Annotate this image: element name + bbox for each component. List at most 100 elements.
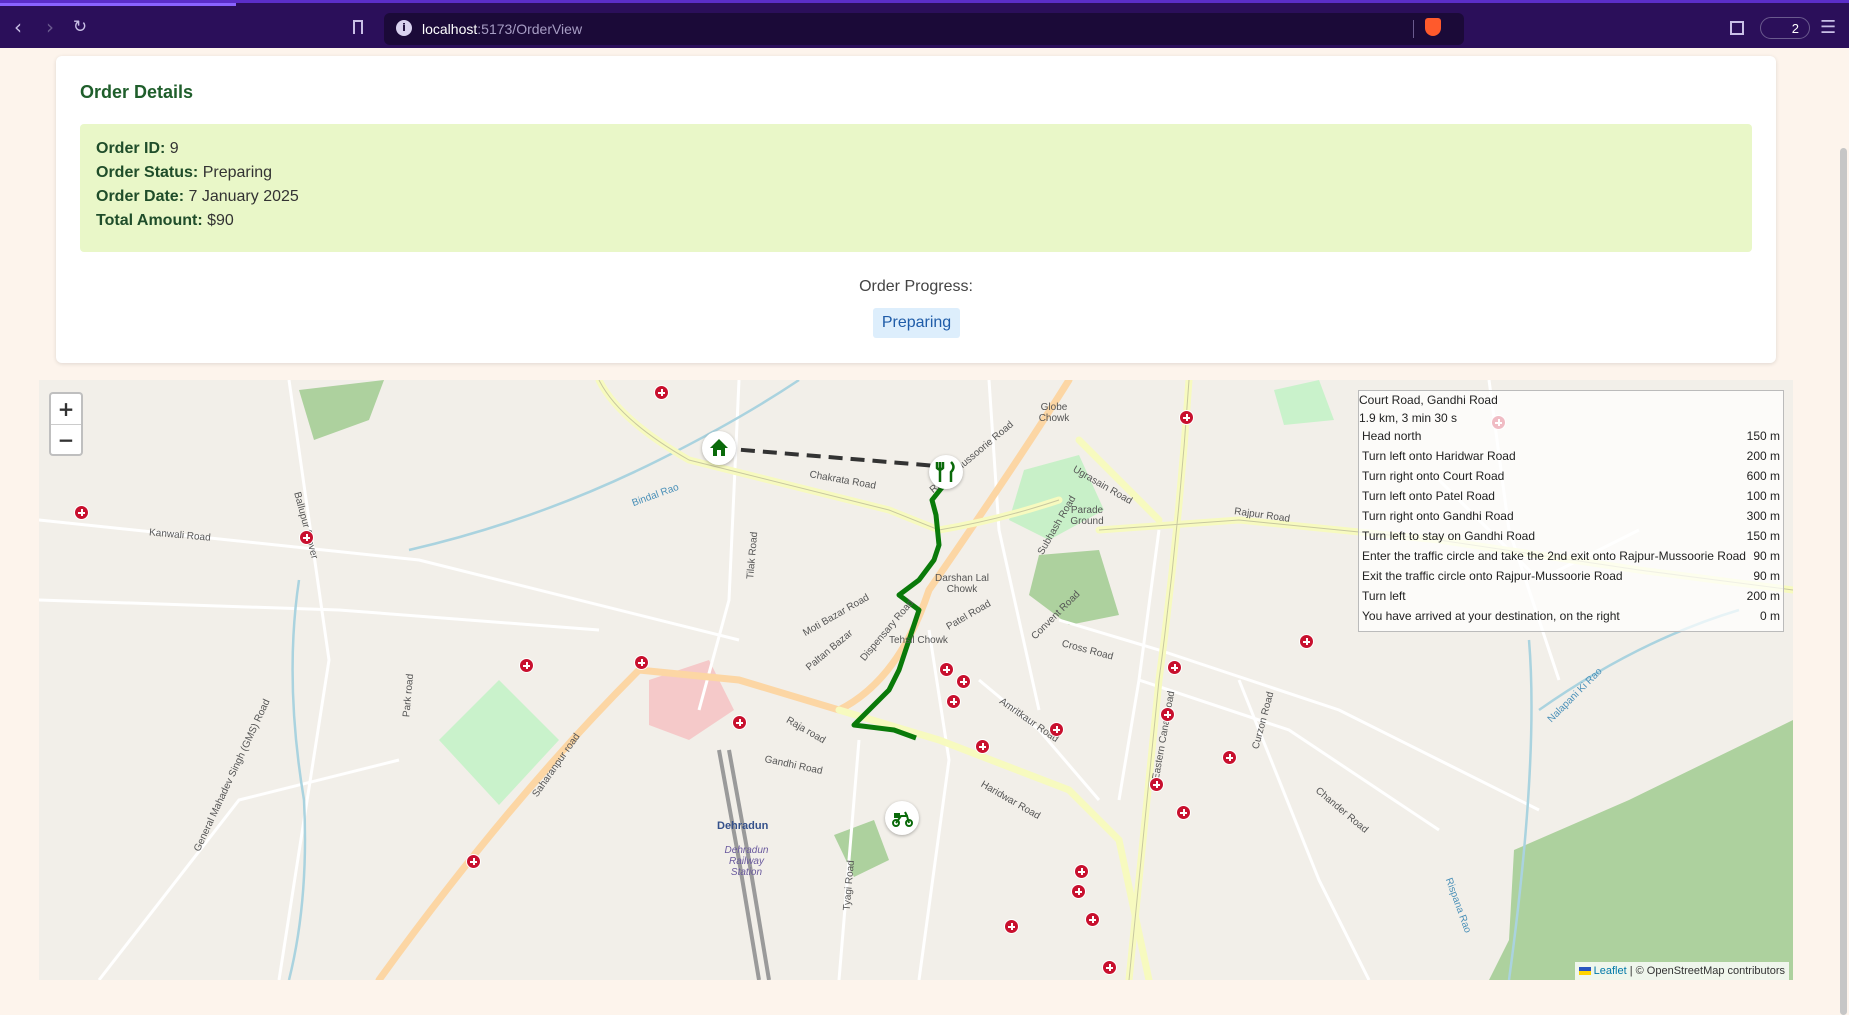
order-info-box: Order ID: 9 Order Status: Preparing Orde… (80, 124, 1752, 252)
delivery-marker[interactable] (885, 801, 919, 835)
order-details-card: Order Details Order ID: 9 Order Status: … (56, 56, 1776, 363)
order-status-label: Order Status: (96, 164, 199, 181)
hospital-icon[interactable] (1004, 919, 1019, 934)
order-progress-badge: Preparing (873, 308, 960, 338)
url-path: :5173/OrderView (477, 21, 583, 37)
back-icon[interactable]: ‹ (8, 17, 28, 37)
leaflet-link[interactable]: Leaflet (1594, 965, 1627, 977)
route-step-text: Exit the traffic circle onto Rajpur-Muss… (1362, 569, 1623, 583)
address-divider (1413, 20, 1414, 38)
hospital-icon[interactable] (1102, 960, 1117, 975)
route-step[interactable]: Turn left 200 m (1362, 589, 1780, 609)
bookmark-icon[interactable] (353, 20, 363, 34)
route-step-text: Turn right onto Court Road (1362, 469, 1505, 483)
order-date-label: Order Date: (96, 188, 185, 205)
hospital-icon[interactable] (1074, 864, 1089, 879)
hospital-icon[interactable] (975, 739, 990, 754)
wallet-icon[interactable]: 2 (1760, 17, 1810, 39)
hospital-icon[interactable] (1149, 777, 1164, 792)
home-marker[interactable] (702, 431, 736, 465)
hospital-icon[interactable] (1071, 884, 1086, 899)
restaurant-icon (935, 461, 955, 482)
route-step-distance: 600 m (1746, 469, 1780, 483)
map-label: Dehradun (717, 820, 769, 832)
home-icon (710, 439, 728, 456)
order-id-label: Order ID: (96, 140, 166, 157)
ukraine-flag-icon (1578, 967, 1591, 976)
route-step-text: You have arrived at your destination, on… (1362, 609, 1620, 623)
map-label: Globe Chowk (1038, 402, 1070, 424)
map-attribution: Leaflet | © OpenStreetMap contributors (1574, 962, 1789, 980)
map-label: Parade Ground (1070, 505, 1104, 527)
route-step[interactable]: You have arrived at your destination, on… (1362, 609, 1780, 629)
hospital-icon[interactable] (732, 715, 747, 730)
zoom-control: + − (49, 392, 83, 456)
restaurant-marker[interactable] (929, 455, 963, 489)
hospital-icon[interactable] (1176, 805, 1191, 820)
order-date-row: Order Date: 7 January 2025 (96, 188, 299, 206)
route-step-distance: 100 m (1746, 489, 1780, 503)
route-step[interactable]: Exit the traffic circle onto Rajpur-Muss… (1362, 569, 1780, 589)
info-icon[interactable]: i (396, 20, 412, 36)
url-text: localhost:5173/OrderView (422, 21, 582, 37)
route-step-text: Turn left to stay on Gandhi Road (1362, 529, 1535, 543)
route-step[interactable]: Turn right onto Court Road 600 m (1362, 469, 1780, 489)
hospital-icon[interactable] (1160, 707, 1175, 722)
hospital-icon[interactable] (1179, 410, 1194, 425)
route-step-text: Head north (1362, 429, 1422, 443)
hospital-icon[interactable] (939, 662, 954, 677)
route-step-text: Turn left (1362, 589, 1406, 603)
hospital-icon[interactable] (634, 655, 649, 670)
route-step[interactable]: Turn left onto Patel Road 100 m (1362, 489, 1780, 509)
hospital-icon[interactable] (74, 505, 89, 520)
hospital-icon[interactable] (956, 674, 971, 689)
zoom-in-button[interactable]: + (51, 394, 81, 424)
active-tab-indicator (0, 3, 236, 6)
route-step-distance: 300 m (1746, 509, 1780, 523)
order-id-value: 9 (169, 140, 179, 157)
reload-icon[interactable]: ↻ (70, 17, 90, 37)
route-step-text: Turn left onto Haridwar Road (1362, 449, 1516, 463)
menu-icon[interactable]: ☰ (1820, 17, 1836, 38)
hospital-icon[interactable] (1222, 750, 1237, 765)
hospital-icon[interactable] (466, 854, 481, 869)
route-step-distance: 150 m (1746, 529, 1780, 543)
wallet-count: 2 (1791, 21, 1799, 36)
scooter-icon (892, 811, 913, 827)
total-amount-value: $90 (207, 212, 234, 229)
route-step[interactable]: Turn left onto Haridwar Road 200 m (1362, 449, 1780, 469)
hospital-icon[interactable] (519, 658, 534, 673)
total-amount-row: Total Amount: $90 (96, 212, 234, 230)
routing-instructions-panel[interactable]: Court Road, Gandhi Road 1.9 km, 3 min 30… (1358, 390, 1784, 632)
sidebar-icon[interactable] (1730, 21, 1744, 35)
route-step-distance: 90 m (1753, 549, 1780, 563)
hospital-icon[interactable] (654, 385, 669, 400)
order-date-value: 7 January 2025 (188, 188, 299, 205)
route-step[interactable]: Turn right onto Gandhi Road 300 m (1362, 509, 1780, 529)
address-bar[interactable]: i localhost:5173/OrderView (384, 13, 1464, 45)
route-step-text: Turn left onto Patel Road (1362, 489, 1495, 503)
hospital-icon[interactable] (1299, 634, 1314, 649)
route-step-distance: 200 m (1746, 449, 1780, 463)
total-amount-label: Total Amount: (96, 212, 203, 229)
hospital-icon[interactable] (1085, 912, 1100, 927)
hospital-icon[interactable] (299, 530, 314, 545)
map-label: Dehradun Railway Station (724, 845, 769, 878)
route-step-distance: 200 m (1746, 589, 1780, 603)
page-scrollbar-thumb[interactable] (1840, 148, 1847, 1015)
route-step-distance: 150 m (1746, 429, 1780, 443)
route-step[interactable]: Head north 150 m (1362, 429, 1780, 449)
route-step[interactable]: Enter the traffic circle and take the 2n… (1362, 549, 1780, 569)
route-step-distance: 0 m (1759, 609, 1780, 623)
delivery-map[interactable]: Chakrata Road Rajpur-Mussoorie Road Subh… (39, 380, 1793, 980)
zoom-out-button[interactable]: − (51, 424, 81, 455)
brave-icon[interactable] (1425, 18, 1441, 36)
hospital-icon[interactable] (946, 694, 961, 709)
hospital-icon[interactable] (1049, 722, 1064, 737)
url-host: localhost (422, 21, 478, 37)
hospital-icon[interactable] (1167, 660, 1182, 675)
order-details-title: Order Details (80, 82, 194, 102)
route-step[interactable]: Turn left to stay on Gandhi Road 150 m (1362, 529, 1780, 549)
map-label: Tehsil Chowk (889, 635, 948, 646)
forward-icon[interactable]: › (40, 17, 60, 37)
